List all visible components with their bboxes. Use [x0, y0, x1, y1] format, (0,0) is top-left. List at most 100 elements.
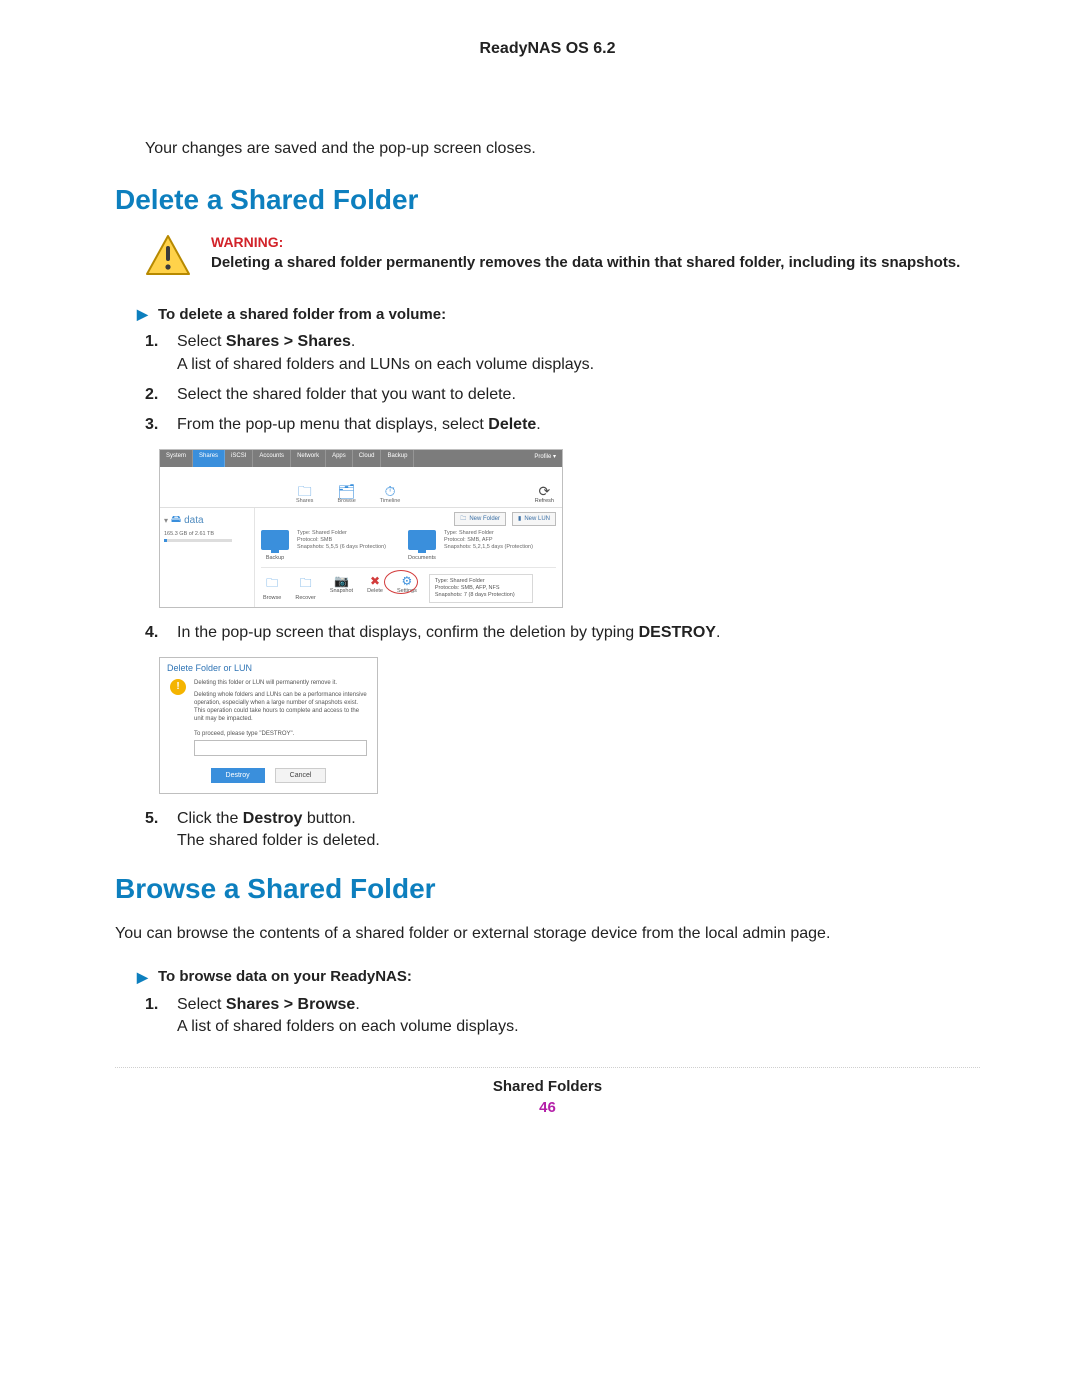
step-bold: DESTROY: [639, 624, 716, 641]
action-recover[interactable]: 🗀Recover: [293, 574, 317, 601]
step-text: Click the: [177, 810, 243, 827]
warning-content: WARNING: Deleting a shared folder perman…: [211, 234, 960, 276]
lun-icon: ▮: [518, 515, 521, 522]
share-label: Backup: [261, 555, 289, 561]
dialog-title: Delete Folder or LUN: [160, 658, 377, 676]
chevron-down-icon: ▾: [164, 516, 168, 525]
subnav-label: Shares: [296, 498, 313, 504]
subnav-timeline[interactable]: ⏱Timeline: [380, 484, 401, 504]
tab-shares[interactable]: Shares: [193, 450, 225, 467]
action-label: Snapshot: [330, 588, 353, 594]
tab-system[interactable]: System: [160, 450, 193, 467]
step-text: .: [351, 333, 355, 350]
step-body: Click the Destroy button. The shared fol…: [177, 808, 980, 853]
dialog-proceed-text: To proceed, please type "DESTROY".: [194, 731, 377, 737]
section-title-delete: Delete a Shared Folder: [115, 184, 980, 216]
volume-usage-bar: [164, 539, 232, 542]
steps-delete-final: 5. Click the Destroy button. The shared …: [145, 808, 980, 853]
new-folder-button[interactable]: 🗀New Folder: [454, 512, 506, 526]
tab-iscsi[interactable]: iSCSI: [225, 450, 253, 467]
share-icon: [261, 530, 289, 550]
step-bold: Destroy: [243, 810, 303, 827]
section-title-browse: Browse a Shared Folder: [115, 873, 980, 905]
new-lun-button[interactable]: ▮New LUN: [512, 512, 556, 526]
step-body: From the pop-up menu that displays, sele…: [177, 414, 980, 436]
destroy-confirm-input[interactable]: [194, 740, 367, 756]
share-documents[interactable]: Documents: [408, 530, 436, 561]
tab-apps[interactable]: Apps: [326, 450, 353, 467]
subnav-label: Browse: [337, 498, 355, 504]
context-action-row: 🗀Browse 🗀Recover 📷Snapshot ✖Delete ⚙Sett…: [261, 574, 419, 601]
browse-intro: You can browse the contents of a shared …: [115, 923, 980, 945]
procedure-title-text: To browse data on your ReadyNAS:: [158, 968, 412, 985]
subnav-iconrow: 🗀Shares 🗂Browse ⏱Timeline ⟳Refresh: [160, 467, 562, 508]
action-label: Recover: [295, 595, 315, 601]
destroy-button[interactable]: Destroy: [211, 768, 265, 783]
action-delete[interactable]: ✖Delete: [365, 574, 385, 601]
action-label: Settings: [397, 588, 417, 594]
footer-section-title: Shared Folders: [115, 1078, 980, 1095]
subnav-label: Refresh: [535, 498, 554, 504]
action-label: Delete: [367, 588, 383, 594]
folder-icon: 🗀: [295, 574, 315, 595]
step-number: 5.: [145, 808, 163, 853]
step-text: Select: [177, 996, 226, 1013]
step-number: 1.: [145, 994, 163, 1039]
action-browse[interactable]: 🗀Browse: [261, 574, 283, 601]
intro-paragraph-saved: Your changes are saved and the pop-up sc…: [145, 138, 980, 160]
dialog-text: Deleting this folder or LUN will permane…: [194, 679, 367, 723]
subnav-refresh[interactable]: ⟳Refresh: [535, 484, 554, 504]
tab-backup[interactable]: Backup: [381, 450, 414, 467]
step-bold: Delete: [488, 416, 536, 433]
action-settings[interactable]: ⚙Settings: [395, 574, 419, 601]
subnav-browse[interactable]: 🗂Browse: [337, 484, 355, 504]
volume-sidebar: ▾ 🖴 data 165.3 GB of 2.61 TB: [160, 508, 255, 607]
step-text: Select the shared folder that you want t…: [177, 386, 516, 403]
share-icon: [408, 530, 436, 550]
steps-delete: 1. Select Shares > Shares. A list of sha…: [145, 331, 980, 437]
step-body: Select the shared folder that you want t…: [177, 384, 980, 406]
share-backup[interactable]: Backup: [261, 530, 289, 561]
share-backup-meta: Type: Shared Folder Protocol: SMB Snapsh…: [297, 530, 386, 551]
action-snapshot[interactable]: 📷Snapshot: [328, 574, 355, 601]
step-bold: Shares > Shares: [226, 333, 351, 350]
footer-page-number: 46: [115, 1099, 980, 1116]
button-label: New LUN: [524, 516, 550, 522]
warning-text: Deleting a shared folder permanently rem…: [211, 253, 960, 273]
step-text: button.: [302, 810, 355, 827]
step-number: 4.: [145, 622, 163, 644]
subnav-label: Timeline: [380, 498, 401, 504]
alert-icon: !: [170, 679, 186, 695]
button-label: New Folder: [469, 516, 500, 522]
step-body: In the pop-up screen that displays, conf…: [177, 622, 980, 644]
step-body: Select Shares > Shares. A list of shared…: [177, 331, 980, 376]
folder-icon: 🗀: [263, 574, 281, 595]
step-number: 2.: [145, 384, 163, 406]
profile-menu[interactable]: Profile ▾: [528, 450, 562, 467]
volume-item[interactable]: ▾ 🖴 data: [164, 512, 250, 529]
subnav-shares[interactable]: 🗀Shares: [296, 484, 313, 504]
step-text: .: [716, 624, 720, 641]
step-bold: Shares > Browse: [226, 996, 355, 1013]
warning-icon: [145, 234, 191, 276]
tab-cloud[interactable]: Cloud: [353, 450, 382, 467]
procedure-arrow-icon: ▶: [137, 969, 148, 985]
screenshot-shares-ui: System Shares iSCSI Accounts Network App…: [159, 449, 563, 608]
screenshot-destroy-dialog: Delete Folder or LUN ! Deleting this fol…: [159, 657, 378, 794]
shares-panel: 🗀New Folder ▮New LUN Backup Type: Shared…: [255, 508, 562, 607]
step-text: In the pop-up screen that displays, conf…: [177, 624, 639, 641]
step-text: .: [355, 996, 359, 1013]
step-text: A list of shared folders on each volume …: [177, 1018, 519, 1035]
tab-network[interactable]: Network: [291, 450, 326, 467]
procedure-title-delete: ▶ To delete a shared folder from a volum…: [137, 306, 980, 324]
procedure-arrow-icon: ▶: [137, 306, 148, 322]
dialog-line: Deleting this folder or LUN will permane…: [194, 679, 367, 687]
step-number: 3.: [145, 414, 163, 436]
step-text: Select: [177, 333, 226, 350]
cancel-button[interactable]: Cancel: [275, 768, 327, 783]
procedure-title-browse: ▶ To browse data on your ReadyNAS:: [137, 968, 980, 986]
tab-accounts[interactable]: Accounts: [253, 450, 291, 467]
share-documents-meta: Type: Shared Folder Protocol: SMB, AFP S…: [444, 530, 533, 551]
action-label: Browse: [263, 595, 281, 601]
gear-icon: ⚙: [397, 574, 417, 588]
